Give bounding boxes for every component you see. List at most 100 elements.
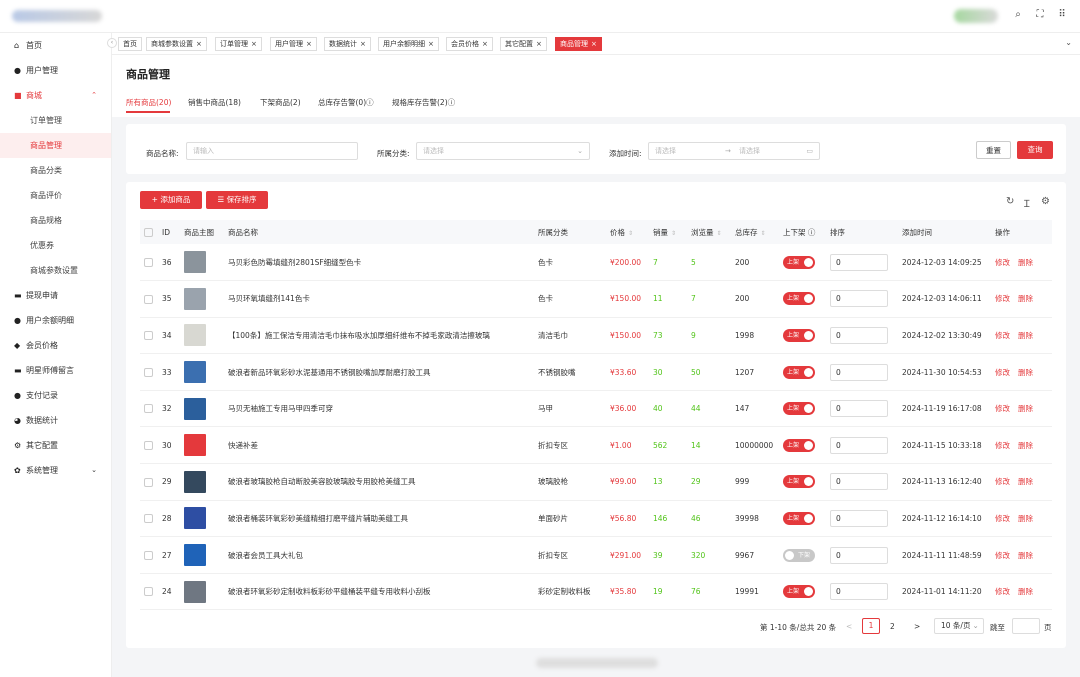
tab-member[interactable]: 会员价格 × — [446, 37, 493, 51]
status-toggle[interactable]: 上架 — [783, 475, 815, 489]
col-price[interactable]: 价格 ⇕ — [608, 220, 651, 244]
status-toggle[interactable]: 下架 — [783, 548, 815, 562]
sidebar-item-balance[interactable]: ● 用户余额明细 — [0, 308, 111, 333]
sidebar-sub-specs[interactable]: 商品规格 — [0, 208, 111, 233]
sidebar-item-users[interactable]: ● 用户管理 — [0, 58, 111, 83]
search-icon[interactable]: ⌕ — [1011, 9, 1025, 20]
product-thumbnail[interactable] — [184, 580, 206, 603]
delete-link[interactable]: 删除 — [1018, 587, 1033, 596]
edit-link[interactable]: 修改 — [995, 368, 1010, 377]
edit-link[interactable]: 修改 — [995, 587, 1010, 596]
sidebar-item-stats[interactable]: ◕ 数据统计 — [0, 408, 111, 433]
edit-link[interactable]: 修改 — [995, 404, 1010, 413]
sidebar-item-withdraw[interactable]: ▬ 提现申请 — [0, 283, 111, 308]
status-toggle[interactable]: 上架 — [783, 438, 815, 452]
tab-users[interactable]: 用户管理 × — [270, 37, 317, 51]
page-2-button[interactable]: 2 — [890, 622, 895, 631]
sidebar-item-pay[interactable]: ● 支付记录 — [0, 383, 111, 408]
delete-link[interactable]: 删除 — [1018, 404, 1033, 413]
user-avatar[interactable] — [954, 9, 998, 23]
delete-link[interactable]: 删除 — [1018, 441, 1033, 450]
row-checkbox[interactable] — [144, 587, 153, 597]
row-checkbox[interactable] — [144, 331, 153, 341]
status-toggle[interactable]: 上架 — [783, 511, 815, 525]
sidebar-sub-coupons[interactable]: 优惠券 — [0, 233, 111, 258]
delete-link[interactable]: 删除 — [1018, 331, 1033, 340]
delete-link[interactable]: 删除 — [1018, 551, 1033, 560]
prev-page-button[interactable]: < — [846, 622, 852, 631]
name-input[interactable]: 请输入 — [186, 142, 358, 160]
close-icon[interactable]: × — [482, 40, 488, 48]
tab-products[interactable]: 商品管理 × — [555, 37, 602, 51]
row-checkbox[interactable] — [144, 294, 153, 304]
row-checkbox[interactable] — [144, 550, 153, 560]
row-checkbox[interactable] — [144, 404, 153, 414]
product-thumbnail[interactable] — [184, 361, 206, 384]
reset-button[interactable]: 重置 — [976, 141, 1011, 159]
sidebar-sub-categories[interactable]: 商品分类 — [0, 158, 111, 183]
row-checkbox[interactable] — [144, 477, 153, 487]
close-icon[interactable]: × — [306, 40, 312, 48]
select-all-checkbox[interactable] — [144, 227, 153, 237]
status-toggle[interactable]: 上架 — [783, 585, 815, 599]
page-size-select[interactable]: 10 条/页 ⌄ — [934, 618, 984, 634]
sidebar-item-config[interactable]: ⚙ 其它配置 — [0, 433, 111, 458]
sort-input[interactable]: 0 — [830, 290, 888, 308]
tab-home[interactable]: 首页 — [118, 37, 142, 51]
row-checkbox[interactable] — [144, 367, 153, 377]
sidebar-item-home[interactable]: ⌂ 首页 — [0, 33, 111, 58]
sort-input[interactable]: 0 — [830, 436, 888, 454]
column-height-icon[interactable]: Ɪ — [1024, 196, 1030, 210]
delete-link[interactable]: 删除 — [1018, 294, 1033, 303]
delete-link[interactable]: 删除 — [1018, 514, 1033, 523]
sort-input[interactable]: 0 — [830, 363, 888, 381]
product-thumbnail[interactable] — [184, 434, 206, 457]
next-page-button[interactable]: > — [914, 622, 920, 631]
close-icon[interactable]: × — [536, 40, 542, 48]
product-thumbnail[interactable] — [184, 470, 206, 493]
add-product-button[interactable]: + 添加商品 — [140, 191, 202, 209]
subtab-stock-alert[interactable]: 总库存告警(0)ⓘ — [318, 97, 374, 108]
sidebar-sub-mall-settings[interactable]: 商城参数设置 — [0, 258, 111, 283]
fullscreen-icon[interactable]: ⛶ — [1033, 9, 1047, 20]
status-toggle[interactable]: 上架 — [783, 365, 815, 379]
status-toggle[interactable]: 上架 — [783, 292, 815, 306]
sidebar-item-message[interactable]: ▬ 明星师傅留言 — [0, 358, 111, 383]
product-thumbnail[interactable] — [184, 544, 206, 567]
goto-input[interactable] — [1012, 618, 1040, 634]
close-icon[interactable]: × — [591, 40, 597, 48]
sidebar-item-system[interactable]: ✿ 系统管理 ⌄ — [0, 458, 111, 483]
save-sort-button[interactable]: ☰ 保存排序 — [206, 191, 268, 209]
sidebar-item-mall[interactable]: ■ 商城 ⌃ — [0, 83, 111, 108]
sort-input[interactable]: 0 — [830, 326, 888, 344]
row-checkbox[interactable] — [144, 257, 153, 267]
row-checkbox[interactable] — [144, 514, 153, 524]
collapse-sidebar-button[interactable]: ‹ — [107, 38, 117, 48]
sidebar-sub-products[interactable]: 商品管理 — [0, 133, 111, 158]
product-thumbnail[interactable] — [184, 287, 206, 310]
edit-link[interactable]: 修改 — [995, 441, 1010, 450]
delete-link[interactable]: 删除 — [1018, 368, 1033, 377]
sort-input[interactable]: 0 — [830, 509, 888, 527]
subtab-off-shelf[interactable]: 下架商品(2) — [260, 97, 301, 108]
refresh-icon[interactable]: ↻ — [1006, 196, 1014, 207]
row-checkbox[interactable] — [144, 441, 153, 451]
close-icon[interactable]: × — [428, 40, 434, 48]
sort-input[interactable]: 0 — [830, 473, 888, 491]
close-icon[interactable]: × — [360, 40, 366, 48]
product-thumbnail[interactable] — [184, 251, 206, 274]
edit-link[interactable]: 修改 — [995, 331, 1010, 340]
sidebar-item-member[interactable]: ◆ 会员价格 — [0, 333, 111, 358]
tab-stats[interactable]: 数据统计 × — [324, 37, 371, 51]
search-button[interactable]: 查询 — [1017, 141, 1053, 159]
date-range-input[interactable]: 请选择 → 请选择 ▭ — [648, 142, 820, 160]
sort-input[interactable]: 0 — [830, 546, 888, 564]
delete-link[interactable]: 删除 — [1018, 477, 1033, 486]
status-toggle[interactable]: 上架 — [783, 328, 815, 342]
status-toggle[interactable]: 上架 — [783, 255, 815, 269]
col-views[interactable]: 浏览量 ⇕ — [689, 220, 733, 244]
product-thumbnail[interactable] — [184, 507, 206, 530]
edit-link[interactable]: 修改 — [995, 514, 1010, 523]
sort-input[interactable]: 0 — [830, 583, 888, 601]
subtab-all[interactable]: 所有商品(20) — [126, 97, 171, 108]
